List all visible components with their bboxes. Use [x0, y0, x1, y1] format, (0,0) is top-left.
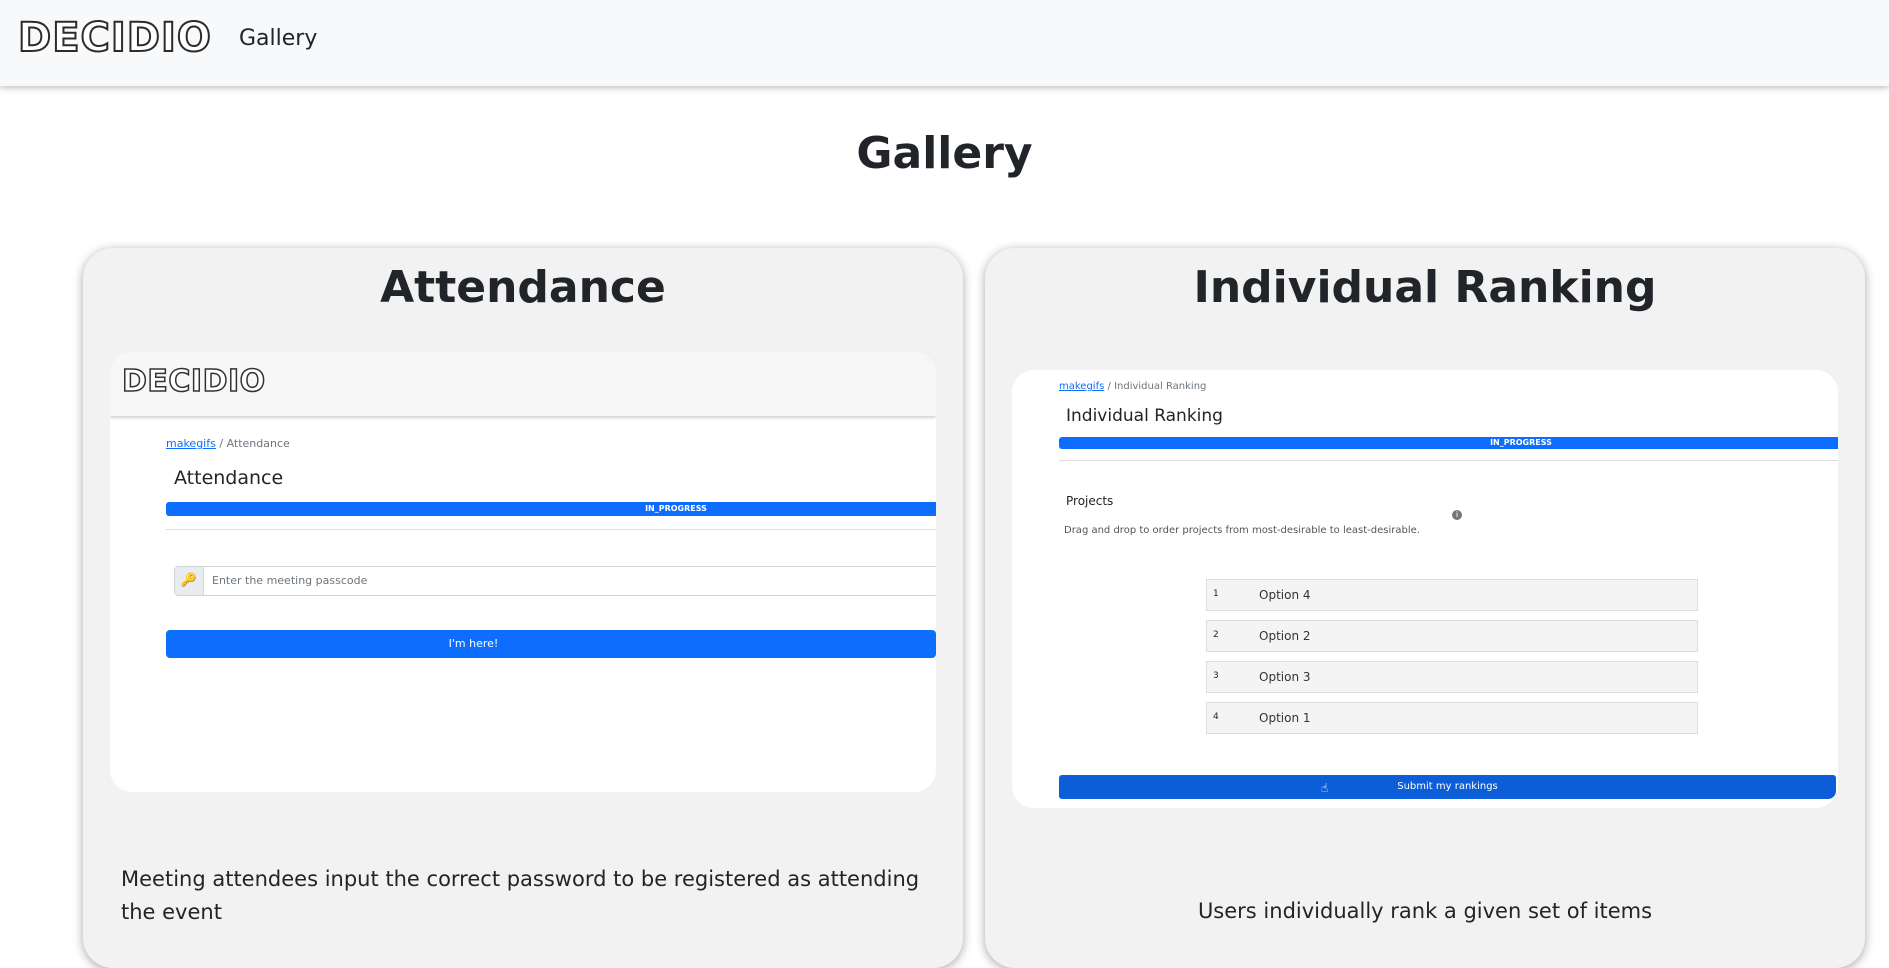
instructions-text: Drag and drop to order projects from mos… [1064, 525, 1420, 536]
section-label: Projects [1066, 494, 1114, 508]
im-here-button: I'm here! [166, 630, 936, 658]
ranking-label: Option 1 [1259, 711, 1311, 725]
card-screenshot: DECIDIO makegifs / Attendance Attendance… [110, 352, 936, 792]
status-label: IN_PROGRESS [1490, 438, 1552, 447]
breadcrumb-separator: / [1107, 381, 1111, 392]
ranking-number: 3 [1213, 671, 1219, 681]
card-screenshot: makegifs / Individual Ranking Individual… [1012, 370, 1838, 808]
info-icon: i [1452, 510, 1462, 520]
navbar: DECIDIO Gallery [0, 0, 1889, 86]
breadcrumb-link: makegifs [1059, 381, 1105, 392]
divider [1059, 460, 1838, 461]
nav-link-gallery[interactable]: Gallery [239, 26, 317, 51]
ranking-number: 1 [1213, 589, 1219, 599]
divider [166, 529, 936, 530]
ranking-label: Option 3 [1259, 670, 1311, 684]
gallery-card-attendance: Attendance DECIDIO makegifs / Attendance… [83, 248, 963, 968]
status-label: IN_PROGRESS [645, 504, 707, 513]
pointer-cursor-icon: ☝ [1321, 781, 1329, 795]
breadcrumb-current: Individual Ranking [1114, 381, 1207, 392]
screenshot-heading: Attendance [174, 467, 284, 489]
ranking-item: 1 Option 4 [1206, 579, 1698, 611]
ranking-label: Option 2 [1259, 629, 1311, 643]
card-description: Users individually rank a given set of i… [1197, 899, 1653, 923]
breadcrumb-current: Attendance [226, 437, 290, 450]
ranking-item: 4 Option 1 [1206, 702, 1698, 734]
brand-logo[interactable]: DECIDIO [17, 17, 212, 59]
ranking-item: 2 Option 2 [1206, 620, 1698, 652]
status-progress-bar: IN_PROGRESS [166, 502, 936, 516]
breadcrumb-separator: / [219, 437, 224, 450]
card-title: Attendance [380, 262, 666, 313]
page-title: Gallery [856, 128, 1033, 179]
ranking-item: 3 Option 3 [1206, 661, 1698, 693]
ranking-label: Option 4 [1259, 588, 1311, 602]
breadcrumb-link: makegifs [166, 437, 216, 450]
submit-rankings-button: Submit my rankings [1059, 775, 1836, 799]
submit-rankings-label: Submit my rankings [1397, 781, 1498, 792]
passcode-placeholder: Enter the meeting passcode [212, 574, 368, 587]
ranking-number: 4 [1213, 712, 1219, 722]
screenshot-breadcrumb: makegifs / Attendance [166, 437, 290, 450]
card-title: Individual Ranking [1193, 262, 1657, 313]
gallery-card-individual-ranking: Individual Ranking makegifs / Individual… [985, 248, 1865, 968]
card-description: Meeting attendees input the correct pass… [121, 867, 920, 924]
screenshot-heading: Individual Ranking [1066, 406, 1223, 426]
screenshot-logo: DECIDIO [121, 364, 266, 399]
ranking-number: 2 [1213, 630, 1219, 640]
key-icon: 🔑 [175, 567, 204, 595]
screenshot-navbar: DECIDIO [110, 352, 936, 416]
im-here-button-label: I'm here! [448, 637, 499, 650]
passcode-input-group: 🔑 Enter the meeting passcode [174, 566, 936, 596]
status-progress-bar: IN_PROGRESS [1059, 437, 1838, 449]
screenshot-breadcrumb: makegifs / Individual Ranking [1059, 381, 1206, 392]
